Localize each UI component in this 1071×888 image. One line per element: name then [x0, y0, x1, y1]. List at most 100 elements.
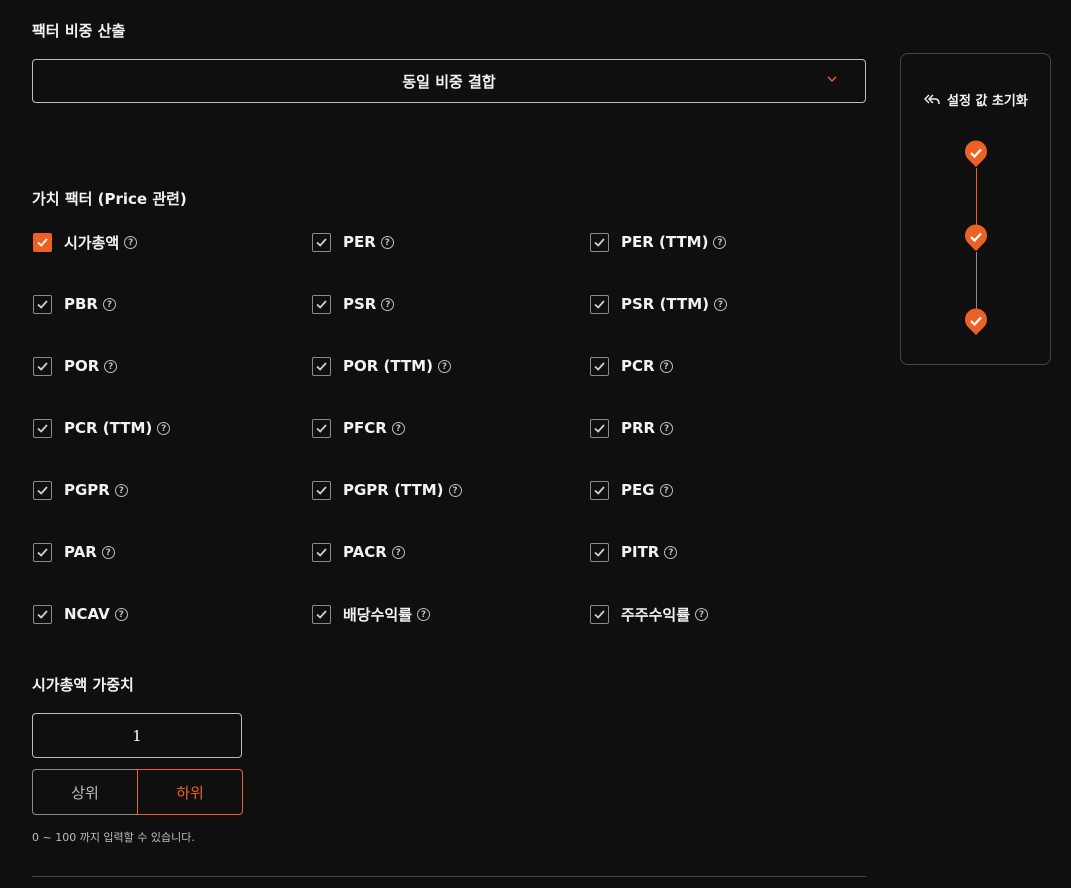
reset-label: 설정 값 초기화 [947, 94, 1028, 109]
factor-label: PBR [64, 295, 98, 313]
factor-label: PAR [64, 543, 97, 561]
factor-item[interactable]: PFCR? [312, 417, 405, 439]
section-title: 팩터 비중 산출 [32, 22, 126, 40]
step-check-icon [965, 224, 987, 251]
weight-title: 시가총액 가중치 [32, 676, 134, 694]
factor-checkbox[interactable] [33, 418, 52, 438]
factor-checkbox[interactable] [33, 604, 52, 624]
question-circle-icon[interactable]: ? [114, 483, 128, 497]
factor-label: PER (TTM) [621, 233, 709, 251]
group-title: 가치 팩터 (Price 관련) [32, 190, 187, 208]
factor-item[interactable]: PSR? [312, 293, 395, 315]
factor-item[interactable]: PRR? [590, 417, 674, 439]
factor-checkbox[interactable] [33, 480, 52, 500]
question-circle-icon[interactable]: ? [695, 607, 709, 621]
factor-item[interactable]: PCR (TTM)? [33, 417, 171, 439]
factor-checkbox[interactable] [33, 542, 52, 562]
factor-item[interactable]: 시가총액? [33, 231, 138, 253]
factor-item[interactable]: POR? [33, 355, 118, 377]
side-panel: 설정 값 초기화 [900, 53, 1051, 365]
question-circle-icon[interactable]: ? [417, 607, 431, 621]
factor-label: PGPR [64, 481, 110, 499]
factor-checkbox[interactable] [33, 356, 52, 376]
factor-item[interactable]: PEG? [590, 479, 673, 501]
factor-item[interactable]: 배당수익률? [312, 603, 431, 625]
question-circle-icon[interactable]: ? [660, 421, 674, 435]
factor-item[interactable]: PACR? [312, 541, 405, 563]
factor-checkbox[interactable] [312, 418, 331, 438]
factor-label: PFCR [343, 419, 387, 437]
factor-checkbox[interactable] [33, 232, 52, 252]
lower-option[interactable]: 하위 [137, 769, 243, 815]
factor-label: PSR (TTM) [621, 295, 710, 313]
question-circle-icon[interactable]: ? [391, 421, 405, 435]
question-circle-icon[interactable]: ? [714, 297, 728, 311]
factor-label: POR [64, 357, 100, 375]
factor-checkbox[interactable] [312, 294, 331, 314]
factor-label: PEG [621, 481, 655, 499]
factor-checkbox[interactable] [312, 542, 331, 562]
input-range-hint: 0 ~ 100 까지 입력할 수 있습니다. [32, 831, 195, 844]
factor-checkbox[interactable] [590, 356, 609, 376]
factor-checkbox[interactable] [33, 294, 52, 314]
factor-label: 배당수익률 [343, 605, 413, 624]
step-check-icon [965, 140, 987, 167]
factor-checkbox[interactable] [590, 418, 609, 438]
factor-checkbox[interactable] [312, 480, 331, 500]
factor-checkbox[interactable] [590, 480, 609, 500]
question-circle-icon[interactable]: ? [713, 235, 727, 249]
step-check-icon [965, 308, 987, 335]
factor-label: PCR (TTM) [64, 419, 153, 437]
factor-checkbox[interactable] [590, 604, 609, 624]
factor-item[interactable]: NCAV? [33, 603, 128, 625]
question-circle-icon[interactable]: ? [157, 421, 171, 435]
weight-input[interactable] [32, 713, 242, 758]
question-circle-icon[interactable]: ? [124, 235, 138, 249]
factor-checkbox[interactable] [590, 294, 609, 314]
factor-item[interactable]: PGPR (TTM)? [312, 479, 462, 501]
factor-checkbox[interactable] [312, 356, 331, 376]
factor-label: 시가총액 [64, 233, 120, 252]
question-circle-icon[interactable]: ? [391, 545, 405, 559]
question-circle-icon[interactable]: ? [381, 297, 395, 311]
factor-item[interactable]: PCR? [590, 355, 673, 377]
question-circle-icon[interactable]: ? [101, 545, 115, 559]
factor-item[interactable]: PBR? [33, 293, 116, 315]
factor-item[interactable]: PER (TTM)? [590, 231, 727, 253]
factor-checkbox[interactable] [590, 232, 609, 252]
question-circle-icon[interactable]: ? [448, 483, 462, 497]
factor-label: PGPR (TTM) [343, 481, 444, 499]
question-circle-icon[interactable]: ? [659, 359, 673, 373]
factor-checkbox[interactable] [312, 604, 331, 624]
factor-checkbox[interactable] [590, 542, 609, 562]
question-circle-icon[interactable]: ? [104, 359, 118, 373]
rank-direction-toggle: 상위 하위 [32, 769, 243, 815]
question-circle-icon[interactable]: ? [659, 483, 673, 497]
factor-item[interactable]: POR (TTM)? [312, 355, 451, 377]
question-circle-icon[interactable]: ? [437, 359, 451, 373]
section-divider [32, 876, 866, 877]
factor-item[interactable]: 주주수익률? [590, 603, 709, 625]
weighting-method-dropdown[interactable]: 동일 비중 결합 [32, 59, 866, 103]
chevron-down-icon [827, 76, 837, 82]
question-circle-icon[interactable]: ? [114, 607, 128, 621]
factor-label: PITR [621, 543, 660, 561]
factor-label: PACR [343, 543, 387, 561]
factor-label: PSR [343, 295, 377, 313]
reply-all-icon [924, 94, 940, 104]
factor-label: PER [343, 233, 376, 251]
factor-item[interactable]: PAR? [33, 541, 115, 563]
reset-button[interactable]: 설정 값 초기화 [923, 90, 1028, 109]
question-circle-icon[interactable]: ? [380, 235, 394, 249]
factor-item[interactable]: PITR? [590, 541, 678, 563]
factor-label: PRR [621, 419, 656, 437]
factor-label: PCR [621, 357, 655, 375]
upper-option[interactable]: 상위 [32, 769, 137, 815]
factor-item[interactable]: PSR (TTM)? [590, 293, 728, 315]
factor-item[interactable]: PER? [312, 231, 394, 253]
factor-label: 주주수익률 [621, 605, 691, 624]
factor-checkbox[interactable] [312, 232, 331, 252]
question-circle-icon[interactable]: ? [102, 297, 116, 311]
factor-item[interactable]: PGPR? [33, 479, 128, 501]
question-circle-icon[interactable]: ? [664, 545, 678, 559]
